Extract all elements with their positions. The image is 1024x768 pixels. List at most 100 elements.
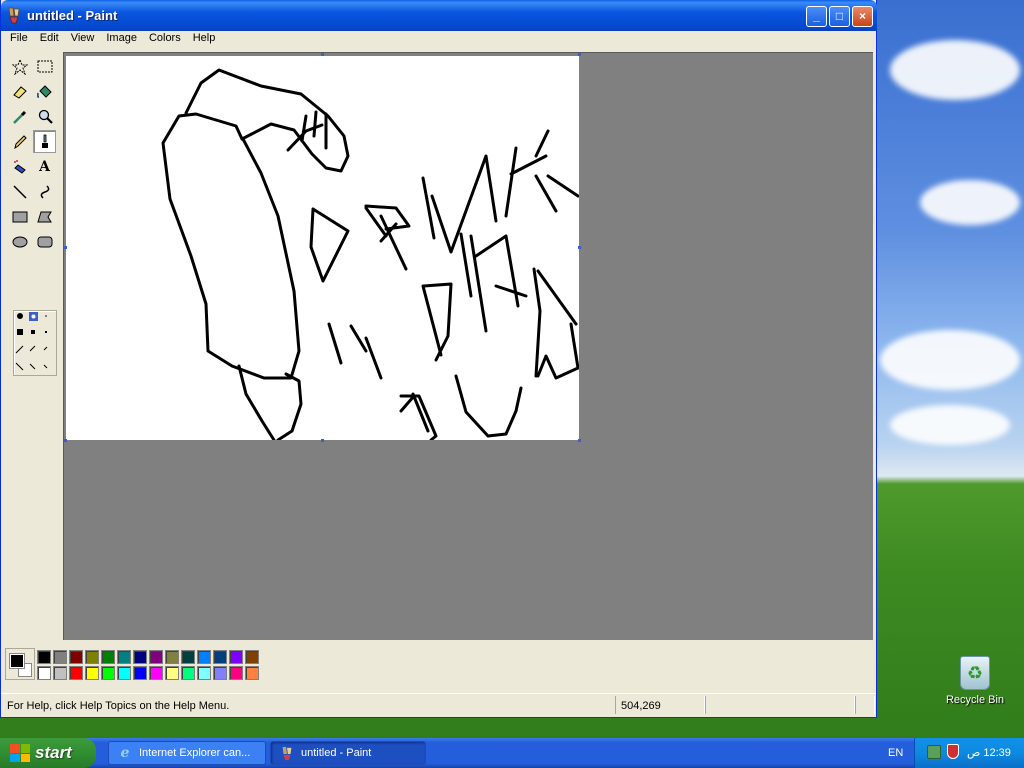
status-help-text: For Help, click Help Topics on the Help … — [7, 700, 230, 712]
palette-swatch[interactable] — [37, 650, 51, 664]
status-separator — [705, 696, 855, 714]
tool-line[interactable] — [8, 180, 31, 203]
title-bar[interactable]: untitled - Paint _ □ × — [1, 0, 877, 31]
recycle-bin-label: Recycle Bin — [945, 694, 1005, 706]
close-icon: × — [858, 9, 866, 23]
palette-swatch[interactable] — [69, 650, 83, 664]
tool-fill[interactable] — [33, 80, 56, 103]
tool-pick-color[interactable] — [8, 105, 31, 128]
palette-swatch[interactable] — [245, 666, 259, 680]
airbrush-icon — [13, 159, 26, 174]
rect-select-icon — [37, 60, 52, 72]
palette-swatch[interactable] — [197, 666, 211, 680]
palette-swatch[interactable] — [165, 666, 179, 680]
polygon-icon — [36, 211, 52, 222]
palette-swatch[interactable] — [197, 650, 211, 664]
line-icon — [12, 184, 27, 199]
palette-swatch[interactable] — [229, 666, 243, 680]
curve-icon — [40, 184, 49, 199]
minimize-button[interactable]: _ — [806, 6, 827, 27]
palette-swatch[interactable] — [69, 666, 83, 680]
palette-swatch[interactable] — [149, 650, 163, 664]
tool-polygon[interactable] — [33, 205, 56, 228]
desktop-cloud — [880, 330, 1020, 390]
security-shield-icon[interactable] — [947, 744, 959, 759]
maximize-button[interactable]: □ — [829, 6, 850, 27]
palette-swatch[interactable] — [213, 650, 227, 664]
recycle-bin-desktop-icon[interactable]: Recycle Bin — [940, 656, 1010, 706]
palette-swatch[interactable] — [245, 650, 259, 664]
palette-swatch[interactable] — [117, 650, 131, 664]
tool-airbrush[interactable] — [8, 155, 31, 178]
color-palette — [5, 648, 305, 684]
resize-handle[interactable] — [578, 53, 581, 56]
paint-bucket-icon — [36, 84, 52, 98]
palette-swatch[interactable] — [101, 666, 115, 680]
desktop-cloud — [890, 405, 1010, 445]
rounded-rect-icon — [37, 236, 52, 247]
canvas-drawing — [161, 68, 579, 440]
taskbar-item-label: Internet Explorer can... — [139, 747, 251, 759]
ie-icon: e — [120, 745, 130, 761]
taskbar: start e Internet Explorer can... untitle… — [0, 738, 1024, 768]
text-icon: A — [39, 158, 50, 175]
resize-handle[interactable] — [64, 246, 67, 249]
menu-file[interactable]: File — [1, 31, 33, 44]
resize-handle[interactable] — [321, 53, 324, 56]
tool-ellipse[interactable] — [8, 230, 31, 253]
drawing-canvas[interactable] — [66, 56, 579, 440]
palette-swatch[interactable] — [53, 666, 67, 680]
menu-view[interactable]: View — [64, 31, 100, 44]
palette-swatch[interactable] — [53, 650, 67, 664]
taskbar-item-paint[interactable]: untitled - Paint — [270, 741, 426, 765]
palette-swatch[interactable] — [85, 650, 99, 664]
menu-edit[interactable]: Edit — [33, 31, 64, 44]
tool-free-form-select[interactable] — [8, 55, 31, 78]
palette-swatch[interactable] — [133, 666, 147, 680]
palette-swatch[interactable] — [213, 666, 227, 680]
palette-swatch[interactable] — [165, 650, 179, 664]
taskbar-item-ie[interactable]: e Internet Explorer can... — [108, 741, 266, 765]
tool-brush[interactable] — [33, 130, 56, 153]
tool-select[interactable] — [33, 55, 56, 78]
network-icon[interactable] — [927, 745, 941, 759]
foreground-color — [9, 653, 25, 669]
windows-logo-icon — [10, 744, 30, 762]
minimize-icon: _ — [813, 9, 820, 23]
palette-swatch[interactable] — [181, 666, 195, 680]
brush-shape-options[interactable] — [13, 310, 57, 376]
cursor-coordinates: 504,269 — [621, 700, 661, 712]
palette-swatch[interactable] — [149, 666, 163, 680]
resize-handle[interactable] — [321, 439, 324, 442]
palette-swatch[interactable] — [133, 650, 147, 664]
tool-rectangle[interactable] — [8, 205, 31, 228]
start-button[interactable]: start — [0, 738, 96, 768]
current-colors-indicator[interactable] — [5, 648, 35, 680]
palette-swatch[interactable] — [229, 650, 243, 664]
tool-rounded-rectangle[interactable] — [33, 230, 56, 253]
status-bar: For Help, click Help Topics on the Help … — [1, 693, 876, 715]
tool-curve[interactable] — [33, 180, 56, 203]
menu-help[interactable]: Help — [186, 31, 221, 44]
tool-eraser[interactable] — [8, 80, 31, 103]
menu-image[interactable]: Image — [99, 31, 142, 44]
tool-magnifier[interactable] — [33, 105, 56, 128]
palette-swatch[interactable] — [181, 650, 195, 664]
resize-handle[interactable] — [64, 439, 67, 442]
palette-swatch[interactable] — [85, 666, 99, 680]
palette-swatch[interactable] — [117, 666, 131, 680]
resize-handle[interactable] — [578, 439, 581, 442]
recycle-bin-icon — [960, 656, 990, 690]
eyedropper-icon — [12, 110, 26, 124]
brush-shapes — [15, 312, 48, 371]
size-grip[interactable] — [855, 696, 875, 714]
language-indicator[interactable]: EN — [888, 747, 903, 759]
tool-pencil[interactable] — [8, 130, 31, 153]
resize-handle[interactable] — [578, 246, 581, 249]
clock[interactable]: 12:39 ص — [967, 746, 1011, 759]
palette-swatch[interactable] — [37, 666, 51, 680]
tool-text[interactable]: A — [33, 155, 56, 178]
close-button[interactable]: × — [852, 6, 873, 27]
menu-colors[interactable]: Colors — [142, 31, 186, 44]
palette-swatch[interactable] — [101, 650, 115, 664]
